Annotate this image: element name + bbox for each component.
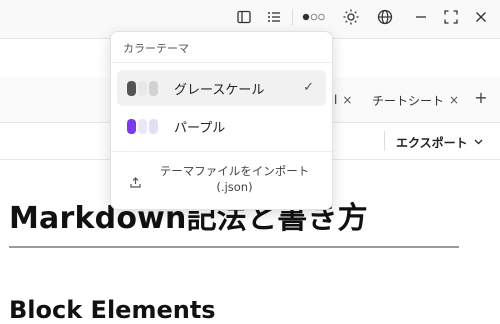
color-theme-menu: カラーテーマ グレースケール ✓ パープル テーマファイルをインポート (.js…	[110, 31, 333, 210]
swatch	[127, 80, 136, 96]
tab-document[interactable]: l ×	[334, 90, 352, 110]
export-button[interactable]: エクスポート	[396, 133, 483, 151]
theme-label: グレースケール	[174, 82, 265, 98]
tab-cheatsheet[interactable]: チートシート ×	[372, 90, 459, 110]
tab-close-icon[interactable]: ×	[449, 93, 459, 107]
theme-label: パープル	[174, 120, 226, 136]
swatch	[127, 118, 136, 134]
tab-close-icon[interactable]: ×	[342, 93, 352, 107]
document-heading-2: Block Elements	[9, 296, 216, 324]
close-icon[interactable]	[470, 7, 492, 27]
swatch	[149, 118, 158, 134]
import-theme-label: テーマファイルをインポート (.json)	[159, 164, 310, 194]
checkmark-icon: ✓	[303, 80, 314, 95]
theme-swatches	[127, 118, 160, 134]
swatch	[138, 80, 147, 96]
minimize-icon[interactable]	[410, 7, 432, 27]
import-theme-button[interactable]: テーマファイルをインポート (.json)	[117, 159, 326, 201]
swatch	[149, 80, 158, 96]
toolbar-divider	[384, 131, 385, 151]
sun-icon[interactable]	[340, 7, 362, 27]
theme-option-grayscale[interactable]: グレースケール ✓	[117, 70, 326, 106]
theme-swatches	[127, 80, 160, 96]
swatch	[138, 118, 147, 134]
heading-underline	[9, 246, 459, 248]
theme-option-purple[interactable]: パープル	[117, 108, 326, 144]
menu-divider	[111, 62, 332, 63]
tab-label: チートシート	[372, 93, 445, 108]
upload-icon	[130, 173, 141, 192]
sidebar-icon[interactable]	[233, 7, 255, 27]
toolbar-divider	[292, 9, 293, 25]
tab-label: l	[334, 93, 338, 107]
outline-list-icon[interactable]	[263, 7, 285, 27]
menu-divider	[111, 151, 332, 152]
globe-icon[interactable]	[374, 7, 396, 27]
export-label: エクスポート	[396, 135, 468, 150]
menu-title: カラーテーマ	[123, 42, 189, 55]
theme-dots-icon[interactable]	[302, 7, 328, 27]
fullscreen-icon[interactable]	[440, 7, 462, 27]
chevron-down-icon	[474, 137, 483, 148]
add-tab-icon[interactable]: +	[473, 88, 489, 107]
